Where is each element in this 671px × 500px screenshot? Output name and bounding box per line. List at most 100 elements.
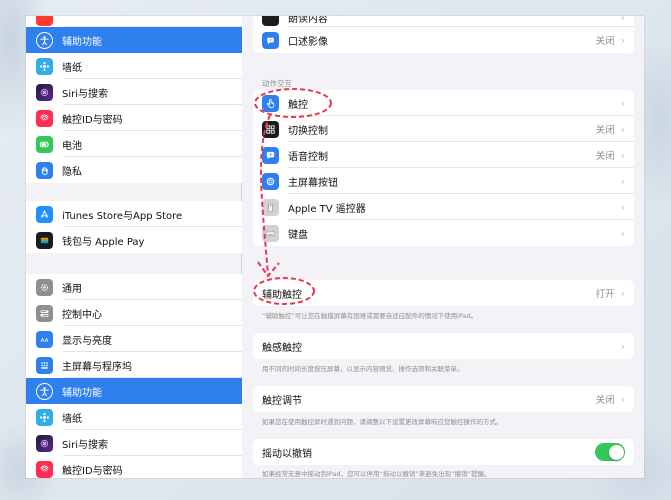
ipad-settings-window: 辅助功能 墙纸 Siri与搜索 触控ID与密码 电池 隐私 iTunes Sto…: [26, 16, 644, 478]
wallet-icon: [36, 231, 53, 249]
touch-accommodations-card: 触控调节 关闭 ›: [253, 386, 634, 412]
sidebar-item-touch-id-2[interactable]: 触控ID与密码: [26, 456, 242, 478]
assistive-touch-footer: “辅助触控”可让您在触摸屏幕有困难或需要自适应配件的情况下使用iPad。: [262, 312, 478, 320]
sidebar-item-accessibility[interactable]: 辅助功能: [26, 27, 242, 53]
shake-to-undo-toggle[interactable]: [595, 443, 625, 461]
battery-icon: [36, 135, 53, 153]
row-label: 朗读内容: [288, 16, 328, 25]
accessibility-icon: [36, 31, 53, 49]
switch-control-icon: [262, 120, 279, 138]
haptic-touch-card: 触感触控 ›: [253, 333, 634, 359]
sidebar-item-wallet[interactable]: 钱包与 Apple Pay: [26, 227, 242, 253]
row-touch-accommodations[interactable]: 触控调节 关闭 ›: [253, 386, 634, 412]
row-label: Apple TV 遥控器: [288, 203, 366, 215]
row-apple-tv-remote[interactable]: Apple TV 遥控器 ›: [253, 194, 634, 220]
chevron-right-icon: ›: [620, 200, 625, 214]
interaction-card: 触控 › 切换控制 关闭 › 语音控制 关闭 › 主屏幕按钮 › Apple T…: [253, 90, 634, 246]
display-brightness-icon: AA: [36, 330, 53, 348]
chevron-right-icon: ›: [620, 392, 625, 406]
chevron-right-icon: ›: [620, 339, 625, 353]
sidebar-item-label: iTunes Store与App Store: [62, 210, 183, 222]
row-switch-control[interactable]: 切换控制 关闭 ›: [253, 116, 634, 142]
sidebar-item-label: 墙纸: [62, 62, 82, 74]
sidebar-item-label: 电池: [62, 140, 82, 152]
row-voice-control[interactable]: 语音控制 关闭 ›: [253, 142, 634, 168]
sidebar-item-privacy[interactable]: 隐私: [26, 157, 242, 183]
chevron-right-icon: ›: [620, 148, 625, 162]
sidebar-item-app-store[interactable]: iTunes Store与App Store: [26, 201, 242, 227]
row-label: 主屏幕按钮: [288, 177, 338, 189]
section-header-interaction: 动作交互: [262, 79, 292, 88]
voice-control-icon: [262, 146, 279, 164]
sidebar-item-partial[interactable]: [26, 16, 242, 27]
shake-to-undo-footer: 如果经常无意中摇动到iPad，您可以停用“摇动以撤销”来避免出现“撤销”提醒。: [262, 470, 491, 478]
row-spoken-content[interactable]: 朗读内容 ›: [253, 16, 634, 27]
touch-accommodations-footer: 如果您在使用触控屏时遇到问题，请调整以下设置更改屏幕响应您触控操作的方式。: [262, 418, 503, 426]
sidebar-item-home-screen[interactable]: 主屏幕与程序坞: [26, 352, 242, 378]
row-home-button[interactable]: 主屏幕按钮 ›: [253, 168, 634, 194]
app-store-icon: [36, 205, 53, 223]
row-assistive-touch[interactable]: 辅助触控 打开 ›: [253, 280, 634, 306]
sidebar-item-label: 钱包与 Apple Pay: [62, 236, 145, 248]
sidebar-item-label: 墙纸: [62, 413, 82, 425]
audio-description-icon: [262, 31, 279, 49]
sidebar-item-label: Siri与搜索: [62, 88, 109, 100]
row-touch[interactable]: 触控 ›: [253, 90, 634, 116]
chevron-right-icon: ›: [620, 96, 625, 110]
row-label: 切换控制: [288, 125, 328, 137]
accessibility-detail-pane: 朗读内容 › 口述影像 关闭 › 动作交互 触控 › 切换控制 关闭 › 语音控…: [243, 16, 644, 478]
sidebar-item-label: 主屏幕与程序坞: [62, 361, 132, 373]
row-audio-description[interactable]: 口述影像 关闭 ›: [253, 27, 634, 53]
touch-hand-icon: [262, 94, 279, 112]
sidebar-item-label: 辅助功能: [62, 387, 102, 399]
wallpaper-icon: [36, 57, 53, 75]
sidebar-item-accessibility-2[interactable]: 辅助功能: [26, 378, 242, 404]
home-screen-icon: [36, 356, 53, 374]
sidebar-item-control-center[interactable]: 控制中心: [26, 300, 242, 326]
row-label: 键盘: [288, 229, 308, 241]
chevron-right-icon: ›: [620, 174, 625, 188]
sidebar-item-label: 通用: [62, 283, 82, 295]
sidebar-item-label: 触控ID与密码: [62, 114, 123, 126]
shake-to-undo-card: 摇动以撤销: [253, 439, 634, 465]
settings-sidebar: 辅助功能 墙纸 Siri与搜索 触控ID与密码 电池 隐私 iTunes Sto…: [26, 16, 242, 478]
row-value: 打开: [595, 289, 615, 300]
row-label: 触感触控: [262, 342, 302, 354]
sidebar-item-label: 辅助功能: [62, 36, 102, 48]
speech-icon: [262, 16, 279, 26]
row-label: 触控调节: [262, 395, 302, 407]
sidebar-item-label: Siri与搜索: [62, 439, 109, 451]
sidebar-group-1: 辅助功能 墙纸 Siri与搜索 触控ID与密码 电池 隐私: [26, 16, 242, 183]
chevron-right-icon: ›: [620, 33, 625, 47]
sidebar-item-display[interactable]: AA 显示与亮度: [26, 326, 242, 352]
sidebar-item-label: 隐私: [62, 166, 82, 178]
sidebar-item-wallpaper[interactable]: 墙纸: [26, 53, 242, 79]
sidebar-item-siri[interactable]: Siri与搜索: [26, 79, 242, 105]
row-haptic-touch[interactable]: 触感触控 ›: [253, 333, 634, 359]
chevron-right-icon: ›: [620, 16, 625, 24]
sidebar-item-general[interactable]: 通用: [26, 274, 242, 300]
row-value: 关闭: [595, 395, 615, 406]
fingerprint-icon: [36, 460, 53, 478]
sidebar-item-label: 显示与亮度: [62, 335, 112, 347]
row-label: 触控: [288, 99, 308, 111]
sidebar-item-touch-id[interactable]: 触控ID与密码: [26, 105, 242, 131]
keyboard-icon: [262, 224, 279, 242]
sidebar-item-battery[interactable]: 电池: [26, 131, 242, 157]
sidebar-item-label: 控制中心: [62, 309, 102, 321]
row-shake-to-undo: 摇动以撤销: [253, 439, 634, 465]
sidebar-group-3: 通用 控制中心 AA 显示与亮度 主屏幕与程序坞 辅助功能 墙纸 Siri与搜索…: [26, 274, 242, 478]
row-label: 摇动以撤销: [262, 448, 312, 460]
haptic-touch-footer: 用不同的时间长度按压屏幕，以显示内容预览、操作选项和关联菜单。: [262, 365, 464, 373]
chevron-right-icon: ›: [620, 286, 625, 300]
sidebar-item-siri-2[interactable]: Siri与搜索: [26, 430, 242, 456]
row-keyboard[interactable]: 键盘 ›: [253, 220, 634, 246]
sidebar-item-wallpaper-2[interactable]: 墙纸: [26, 404, 242, 430]
remote-icon: [262, 198, 279, 216]
svg-text:AA: AA: [41, 337, 49, 343]
siri-icon: [36, 83, 53, 101]
vision-card: 朗读内容 › 口述影像 关闭 ›: [253, 16, 634, 53]
wallpaper-icon: [36, 408, 53, 426]
home-button-icon: [262, 172, 279, 190]
privacy-hand-icon: [36, 161, 53, 179]
